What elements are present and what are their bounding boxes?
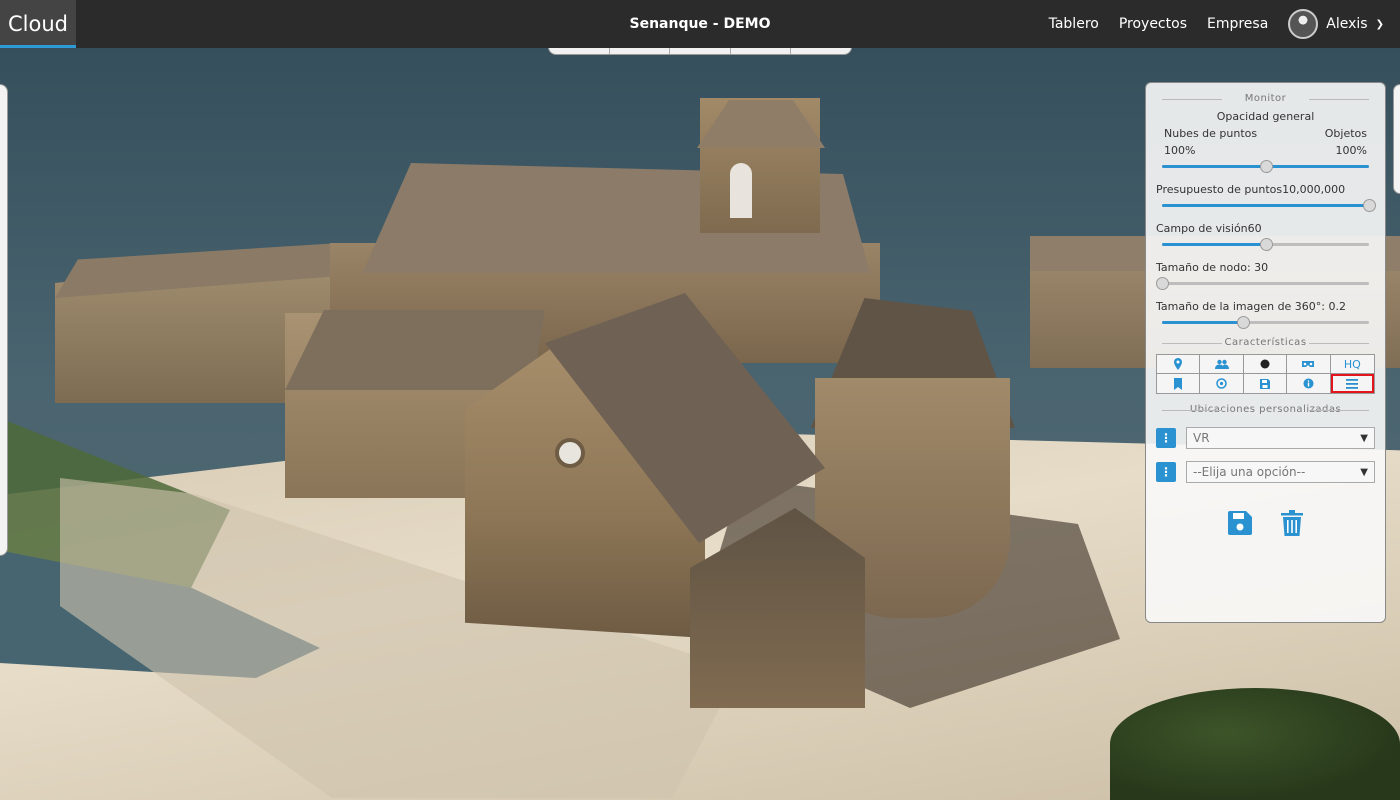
users-icon [1214,359,1229,369]
locations-section-title: Ubicaciones personalizadas [1156,404,1375,415]
opacity-values: 100% 100% [1156,144,1375,157]
delete-location-button[interactable] [1279,509,1305,537]
feature-button-bookmark[interactable] [1157,374,1201,393]
feature-button-info[interactable] [1287,374,1331,393]
menu-icon [1346,378,1359,389]
feature-button-vr[interactable] [1287,355,1331,374]
nav-link-tablero[interactable]: Tablero [1049,16,1099,32]
node-size-slider[interactable] [1156,276,1369,290]
trees [1110,688,1400,800]
rose-window [555,438,585,468]
chevron-down-icon: ▼ [1360,432,1368,444]
opacity-right-label: Objetos [1324,127,1367,140]
features-grid: HQ [1156,354,1375,394]
top-navbar: Cloud Senanque - DEMO Tablero Proyectos … [0,0,1400,48]
nav-link-proyectos[interactable]: Proyectos [1119,16,1187,32]
monitor-section-title: Monitor [1156,93,1375,104]
feature-button-points[interactable] [1243,355,1288,374]
location-icon[interactable]: ⋮ [1156,428,1176,448]
user-menu[interactable]: Alexis ❯ [1288,9,1384,39]
feature-button-measure[interactable] [1157,355,1201,374]
opacity-label: Opacidad general [1216,110,1315,123]
avatar [1288,9,1319,39]
map-pin-icon [1174,358,1183,370]
location-actions [1156,509,1375,537]
save-icon [1259,378,1270,389]
chevron-down-icon: ❯ [1375,18,1384,30]
opacity-right-value: 100% [1335,144,1367,157]
main-nav: Tablero Proyectos Empresa Alexis ❯ [1049,9,1400,39]
fov-slider[interactable] [1162,237,1369,251]
chevron-down-icon: ▼ [1360,466,1368,478]
left-sidebar-collapsed[interactable] [0,84,8,556]
settings-circle-icon [1216,378,1227,389]
location-select-option[interactable]: --Elija una opción-- ▼ [1186,461,1375,483]
node-size-label: Tamaño de nodo: 30 [1156,261,1269,274]
trash-icon [1280,510,1303,536]
circle-icon [1260,359,1270,369]
feature-button-save[interactable] [1243,374,1288,393]
location-icon[interactable]: ⋮ [1156,462,1176,482]
image360-size-label: Tamaño de la imagen de 360°: 0.2 [1156,300,1347,313]
feature-button-menu[interactable] [1330,374,1374,393]
vr-glasses-icon [1302,360,1315,367]
monitor-panel: Monitor Opacidad general Nubes de puntos… [1145,82,1386,623]
right-sidebar-collapsed[interactable] [1393,84,1400,194]
point-budget-slider[interactable] [1162,198,1376,212]
location-row-vr: ⋮ VR ▼ [1156,427,1375,449]
point-budget-label: Presupuesto de puntos10,000,000 [1156,183,1346,196]
aisle-roof [285,310,545,390]
location-row-option: ⋮ --Elija una opción-- ▼ [1156,461,1375,483]
opacity-labels: Nubes de puntos Objetos [1156,127,1375,140]
info-icon [1303,378,1314,389]
features-section-title: Características [1156,337,1375,348]
user-name: Alexis [1326,16,1368,32]
opacity-slider[interactable] [1162,159,1369,173]
feature-button-users[interactable] [1200,355,1244,374]
bell-tower-window [730,163,752,218]
opacity-left-value: 100% [1164,144,1196,157]
nav-link-empresa[interactable]: Empresa [1207,16,1268,32]
bookmark-icon [1174,377,1183,390]
save-icon [1227,511,1252,535]
image360-size-slider[interactable] [1162,315,1369,329]
fov-label: Campo de visión60 [1156,222,1262,235]
location-select-vr[interactable]: VR ▼ [1186,427,1375,449]
save-location-button[interactable] [1227,509,1253,537]
feature-button-settings[interactable] [1200,374,1244,393]
feature-button-hq[interactable]: HQ [1330,355,1374,374]
brand-logo[interactable]: Cloud [0,0,76,48]
opacity-left-label: Nubes de puntos [1164,127,1258,140]
